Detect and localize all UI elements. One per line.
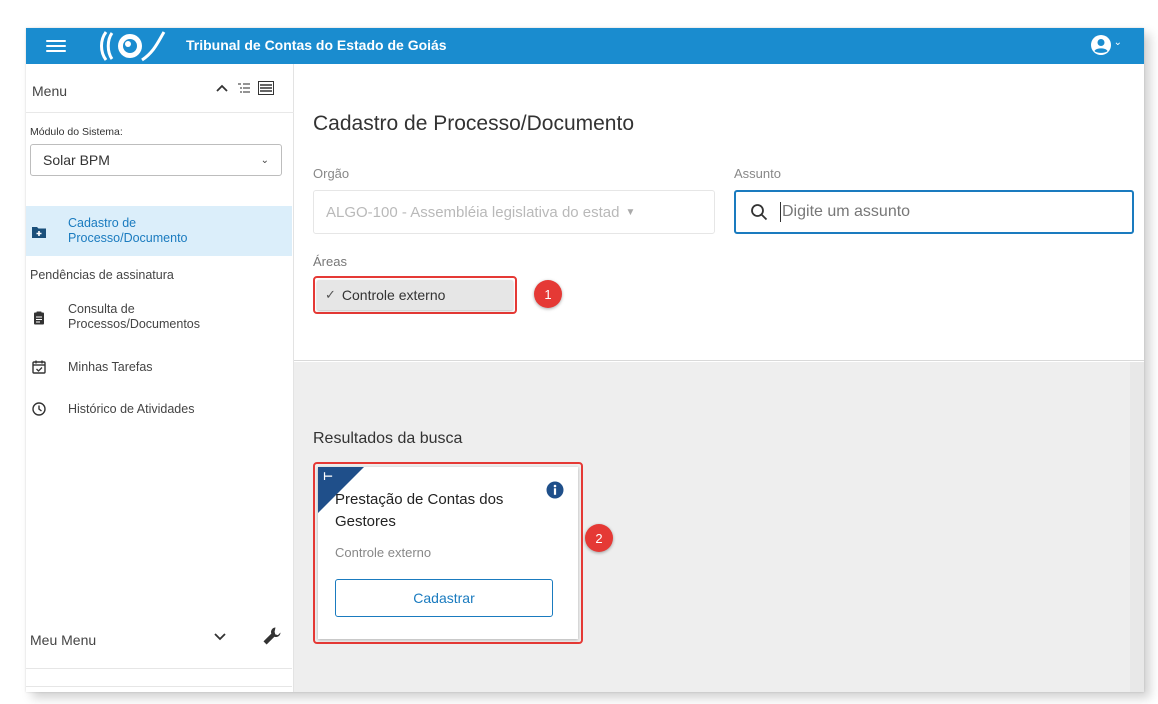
- top-bar: Tribunal de Contas do Estado de Goiás ⌄: [26, 28, 1144, 64]
- add-folder-icon: [32, 227, 46, 238]
- clipboard-icon: [34, 311, 44, 325]
- area-chip-label: Controle externo: [341, 287, 446, 303]
- annotation-badge-2: 2: [585, 524, 613, 552]
- modulo-value: Solar BPM: [43, 152, 110, 168]
- list-view-icon[interactable]: [258, 80, 274, 96]
- results-title: Resultados da busca: [313, 430, 463, 447]
- clock-icon: [32, 402, 46, 416]
- sidebar-item-label: Consulta de Processos/Documentos: [68, 302, 201, 331]
- sidebar-item-cadastro[interactable]: Cadastro de Processo/Documento: [26, 206, 292, 256]
- search-form: Cadastro de Processo/Documento Orgão ALG…: [294, 64, 1144, 361]
- scrollbar[interactable]: [1130, 362, 1144, 692]
- orgao-label: Orgão: [313, 166, 350, 181]
- user-avatar-icon: [1090, 35, 1111, 55]
- calendar-check-icon: [32, 360, 46, 374]
- caret-down-icon: ▼: [625, 206, 636, 218]
- divider: [26, 112, 294, 113]
- tce-logo-icon: [100, 31, 166, 62]
- annotation-badge-1: 1: [534, 280, 562, 308]
- wrench-icon[interactable]: [262, 626, 282, 650]
- search-icon: [751, 204, 768, 221]
- cadastrar-button[interactable]: Cadastrar: [335, 579, 553, 617]
- area-chip-highlight: ✓ Controle externo: [313, 276, 517, 314]
- my-menu-title: Meu Menu: [30, 632, 97, 648]
- result-card: ⊢ Prestação de Contas dos Gestores Contr…: [318, 467, 578, 639]
- app-title: Tribunal de Contas do Estado de Goiás: [186, 37, 447, 53]
- orgao-select[interactable]: ALGO-100 - Assembléia legislativa do est…: [313, 190, 715, 234]
- chevron-down-icon: ⌄: [260, 154, 269, 166]
- text-cursor: [780, 202, 781, 222]
- check-icon: ✓: [325, 287, 336, 302]
- sidebar-item-pendencias[interactable]: Pendências de assinatura: [30, 268, 174, 282]
- orgao-value: ALGO-100 - Assembléia legislativa do est…: [326, 203, 620, 221]
- modulo-label: Módulo do Sistema:: [30, 126, 123, 138]
- user-menu[interactable]: ⌄: [1090, 34, 1122, 56]
- assunto-search-input[interactable]: Digite um assunto: [734, 190, 1134, 234]
- divider: [26, 668, 292, 669]
- assunto-placeholder: Digite um assunto: [782, 203, 911, 220]
- page-title: Cadastro de Processo/Documento: [313, 112, 634, 135]
- sidebar-item-tarefas[interactable]: Minhas Tarefas: [26, 352, 292, 384]
- sidebar-item-label: Histórico de Atividades: [68, 402, 195, 416]
- app-window: Tribunal de Contas do Estado de Goiás ⌄ …: [26, 28, 1144, 692]
- modulo-select[interactable]: Solar BPM ⌄: [30, 144, 282, 176]
- tree-list-icon[interactable]: [236, 80, 252, 96]
- flow-icon: ⊢: [323, 470, 334, 483]
- sidebar: Menu Módulo do Sistema: Solar BPM ⌄ Cada…: [26, 64, 294, 692]
- card-subtitle: Controle externo: [335, 545, 432, 560]
- divider: [26, 686, 292, 687]
- menu-tools: [214, 80, 274, 96]
- hamburger-menu-icon[interactable]: [46, 37, 66, 55]
- assunto-label: Assunto: [734, 166, 781, 181]
- sidebar-item-consulta[interactable]: Consulta de Processos/Documentos: [26, 296, 292, 340]
- result-card-highlight: ⊢ Prestação de Contas dos Gestores Contr…: [313, 462, 583, 644]
- chevron-up-icon[interactable]: [214, 80, 230, 96]
- menu-title: Menu: [32, 83, 68, 99]
- sidebar-item-historico[interactable]: Histórico de Atividades: [26, 394, 292, 426]
- card-title: Prestação de Contas dos Gestores: [335, 491, 504, 530]
- areas-label: Áreas: [313, 254, 347, 269]
- area-chip-controle-externo[interactable]: ✓ Controle externo: [317, 280, 513, 310]
- chevron-down-icon[interactable]: [214, 630, 226, 645]
- sidebar-item-label: Cadastro de Processo/Documento: [68, 216, 188, 245]
- main-content: Cadastro de Processo/Documento Orgão ALG…: [294, 64, 1144, 692]
- sidebar-item-label: Minhas Tarefas: [68, 360, 153, 374]
- info-icon[interactable]: [546, 481, 564, 503]
- chevron-down-icon: ⌄: [1113, 36, 1122, 48]
